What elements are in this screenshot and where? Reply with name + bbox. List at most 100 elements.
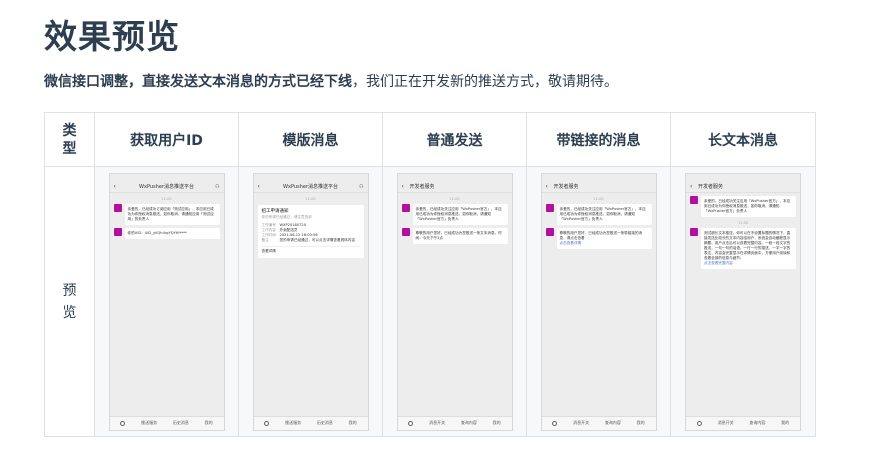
preview-row: 预览 ‹ WxPusher消息推送平台 ⚇ 11:00 亲爱的，已经成功订阅应用… bbox=[44, 166, 816, 437]
message: 测试超长文本推送，你可以在不设置标题的情况下，直接发送比较长的文本内容给用户，系… bbox=[690, 227, 796, 269]
message-bubble: 亲爱的，已经成功关注应用「WxPusher官方」，本应用已成功为你授权消息推送，… bbox=[701, 195, 796, 217]
chat-title: 开发者服务 bbox=[409, 184, 435, 190]
chat-menu: 推送服务 历史消息 我的 bbox=[109, 415, 224, 430]
status-bar bbox=[397, 173, 512, 182]
avatar bbox=[401, 203, 410, 212]
menu-item: 推送服务 bbox=[141, 420, 158, 425]
message-text: 测试超长文本推送，你可以在不设置标题的情况下，直接发送比较长的文本内容给用户，系… bbox=[704, 230, 791, 260]
avatar bbox=[545, 227, 554, 236]
cell-normal: ‹ 开发者服务 11:00 亲爱的，已经成功关注应用「WxPusher官方」，本… bbox=[382, 166, 527, 437]
menu-item: 历史消息 bbox=[316, 420, 333, 425]
message-bubble: 尊敬的用户您好，已经成功为您推送一条带链接的消息，请点击查看 点击查看详情 bbox=[556, 227, 652, 249]
menu-item: 查询内容 bbox=[749, 420, 766, 425]
menu-item: 消息开关 bbox=[573, 420, 590, 425]
message-text: 尊敬的用户您好，已经成功为您推送一条带链接的消息，请点击查看 bbox=[559, 230, 643, 240]
menu-item: 我的 bbox=[348, 420, 357, 425]
menu-item: 消息开关 bbox=[717, 420, 734, 425]
status-bar bbox=[686, 173, 800, 182]
row-label: 预览 bbox=[44, 166, 95, 437]
keyboard-icon bbox=[120, 420, 126, 426]
chat-header: ‹ 开发者服务 bbox=[541, 182, 656, 193]
header-type: 类型 bbox=[44, 112, 95, 167]
cell-long: ‹ 开发者服务 亲爱的，已经成功关注应用「WxPusher官方」，本应用已成功为… bbox=[670, 166, 816, 437]
menu-item: 历史消息 bbox=[172, 420, 189, 425]
message-link[interactable]: 点击查看完整内容 bbox=[704, 261, 733, 265]
chat-title: 开发者服务 bbox=[553, 184, 579, 190]
chat-time: 11:00 bbox=[305, 196, 316, 201]
preview-table: 类型 获取用户ID 模版消息 普通发送 带链接的消息 长文本消息 预览 ‹ Wx… bbox=[44, 112, 816, 437]
menu-item: 推送服务 bbox=[285, 420, 302, 425]
chat-menu: 推送服务 历史消息 我的 bbox=[253, 415, 368, 430]
avatar bbox=[401, 227, 410, 236]
notice-text: 微信接口调整，直接发送文本消息的方式已经下线，我们正在开发新的推送方式，敬请期待… bbox=[44, 71, 618, 91]
cell-template: ‹ WxPusher消息推送平台 ⚇ 11:00 招工申请通知 你的申请已经通过… bbox=[238, 166, 383, 437]
phone-link-screenshot: ‹ 开发者服务 11:00 亲爱的，已经成功关注应用「WxPusher官方」，本… bbox=[540, 172, 657, 431]
back-icon: ‹ bbox=[690, 183, 693, 190]
avatar bbox=[690, 227, 698, 236]
menu-item: 我的 bbox=[492, 420, 501, 425]
chat-menu: 消息开关 查询内容 我的 bbox=[541, 415, 656, 430]
chat-header: ‹ 开发者服务 bbox=[397, 182, 512, 193]
message-bubble: 亲爱的，已经成功关注应用「WxPusher官方」，本应用已成功为你授权消息推送，… bbox=[556, 203, 652, 225]
keyboard-icon bbox=[696, 420, 702, 426]
chat-header: ‹ 开发者服务 bbox=[686, 182, 800, 193]
header-link: 带链接的消息 bbox=[526, 112, 671, 167]
header-uid: 获取用户ID bbox=[94, 112, 239, 167]
header-row: 类型 获取用户ID 模版消息 普通发送 带链接的消息 长文本消息 bbox=[44, 112, 816, 167]
message: 亲爱的，已经成功关注应用「WxPusher官方」，本应用已成功为你授权消息推送，… bbox=[401, 203, 508, 225]
chat-header: ‹ WxPusher消息推送平台 ⚇ bbox=[253, 182, 368, 193]
chat-title: WxPusher消息推送平台 bbox=[283, 184, 338, 190]
message: 亲爱的，已经成功关注应用「WxPusher官方」，本应用已成功为你授权消息推送，… bbox=[545, 203, 652, 225]
header-type-label: 类型 bbox=[62, 122, 77, 157]
menu-item: 消息开关 bbox=[429, 420, 446, 425]
chat-title: WxPusher消息推送平台 bbox=[139, 184, 194, 190]
back-icon: ‹ bbox=[257, 183, 260, 190]
header-long: 长文本消息 bbox=[670, 112, 816, 167]
avatar bbox=[113, 227, 122, 236]
person-icon: ⚇ bbox=[215, 183, 220, 190]
back-icon: ‹ bbox=[545, 183, 548, 190]
chat-time: 11:00 bbox=[449, 196, 460, 201]
message-link[interactable]: 点击查看详情 bbox=[560, 241, 582, 245]
chat-menu: 消息开关 查询内容 我的 bbox=[686, 415, 800, 430]
menu-item: 查询内容 bbox=[604, 420, 621, 425]
message-bubble: 测试超长文本推送，你可以在不设置标题的情况下，直接发送比较长的文本内容给用户，系… bbox=[701, 227, 796, 269]
card-row: 备注 您的申请已经通过，可以点击详情查看具体内容 bbox=[262, 238, 360, 243]
header-template: 模版消息 bbox=[238, 112, 383, 167]
message-bubble: 你的UID：UID_yKQh4rgYQYHl**** bbox=[124, 227, 220, 239]
template-card: 招工申请通知 你的申请已经通过，请注意查收 工作编号 WXP20180720 工作… bbox=[257, 204, 364, 258]
message: 亲爱的，已经成功关注应用「WxPusher官方」，本应用已成功为你授权消息推送，… bbox=[690, 195, 796, 217]
row-label-text: 预览 bbox=[62, 282, 77, 321]
message-bubble: 亲爱的，已经成功关注应用「WxPusher官方」，本应用已成功为你授权消息推送，… bbox=[412, 203, 508, 225]
avatar bbox=[545, 203, 554, 212]
menu-item: 查询内容 bbox=[460, 420, 477, 425]
phone-long-screenshot: ‹ 开发者服务 亲爱的，已经成功关注应用「WxPusher官方」，本应用已成功为… bbox=[685, 172, 801, 431]
status-bar bbox=[253, 173, 368, 182]
keyboard-icon bbox=[408, 420, 414, 426]
chat-menu: 消息开关 查询内容 我的 bbox=[397, 415, 512, 430]
card-title: 招工申请通知 bbox=[261, 208, 289, 214]
avatar bbox=[690, 195, 698, 204]
person-icon: ⚇ bbox=[359, 183, 364, 190]
keyboard-icon bbox=[552, 420, 558, 426]
phone-template-screenshot: ‹ WxPusher消息推送平台 ⚇ 11:00 招工申请通知 你的申请已经通过… bbox=[252, 172, 369, 431]
chat-title: 开发者服务 bbox=[698, 184, 724, 190]
phone-normal-screenshot: ‹ 开发者服务 11:00 亲爱的，已经成功关注应用「WxPusher官方」，本… bbox=[396, 172, 513, 431]
chat-header: ‹ WxPusher消息推送平台 ⚇ bbox=[109, 182, 224, 193]
phone-uid-screenshot: ‹ WxPusher消息推送平台 ⚇ 11:00 亲爱的，已经成功订阅应用「测试… bbox=[108, 172, 225, 431]
header-normal: 普通发送 bbox=[382, 112, 527, 167]
notice-rest: ，我们正在开发新的推送方式，敬请期待。 bbox=[352, 74, 618, 90]
card-key: 备注 bbox=[261, 237, 269, 242]
message: 你的UID：UID_yKQh4rgYQYHl**** bbox=[113, 227, 220, 239]
message-bubble: 亲爱的，已经成功订阅应用「测试应用」，本应用已成功为你授权消息推送，如你取消，请… bbox=[124, 203, 220, 225]
chat-time: 11:00 bbox=[737, 220, 749, 225]
status-bar bbox=[109, 173, 224, 182]
chat-time: 11:00 bbox=[593, 196, 604, 201]
avatar bbox=[113, 203, 122, 212]
menu-item: 我的 bbox=[781, 420, 790, 425]
back-icon: ‹ bbox=[113, 183, 116, 190]
card-subtitle: 你的申请已经通过，请注意查收 bbox=[261, 214, 312, 219]
page-title: 效果预览 bbox=[44, 17, 180, 56]
message: 尊敬的用户您好，已经成功为您推送一条带链接的消息，请点击查看 点击查看详情 bbox=[545, 227, 652, 249]
card-footer: 查看详情 bbox=[261, 245, 360, 254]
